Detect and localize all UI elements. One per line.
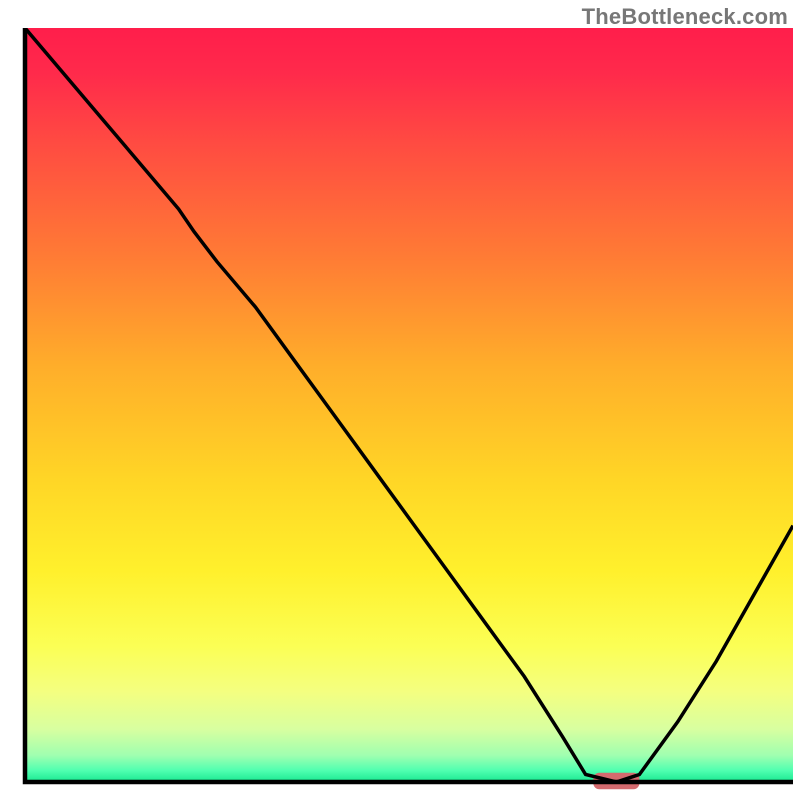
chart-container: TheBottleneck.com bbox=[0, 0, 800, 800]
chart-svg bbox=[0, 0, 800, 800]
plot-background bbox=[25, 28, 793, 782]
